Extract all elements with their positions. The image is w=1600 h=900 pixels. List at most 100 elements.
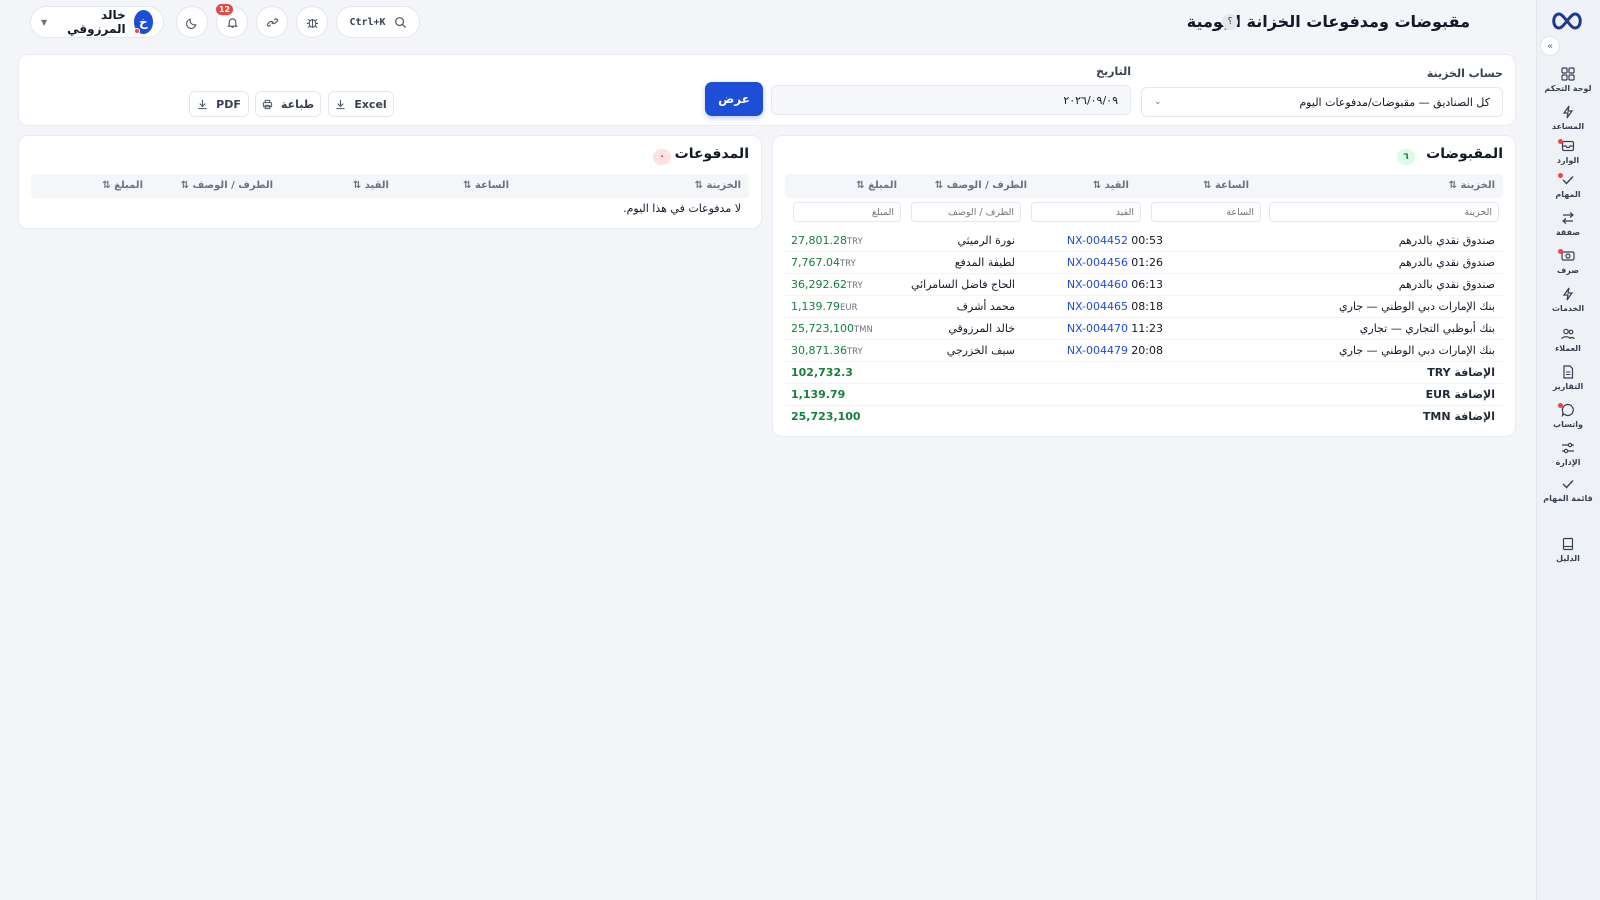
column-header-party[interactable]: الطرف / الوصف ⇅ — [181, 180, 273, 191]
column-header-amount[interactable]: المبلغ ⇅ — [102, 180, 143, 191]
amount-value: 25,723,100 — [791, 322, 854, 335]
total-amount: 102,732.3 — [791, 366, 853, 379]
download-icon — [198, 99, 207, 109]
column-header-treasury[interactable]: الخزينة ⇅ — [695, 180, 741, 191]
cell-party: سيف الخزرجي — [946, 344, 1015, 357]
logo-icon — [1552, 12, 1582, 30]
print-button[interactable]: طباعة — [255, 91, 321, 117]
bug-report-button[interactable] — [296, 6, 328, 38]
unread-dot — [1558, 249, 1563, 254]
receipts-table-header: الخزينة ⇅ الساعة ⇅ القيد ⇅ الطرف / الوصف… — [785, 174, 1503, 198]
account-label: حساب الخزينة — [1426, 67, 1503, 80]
table-row[interactable]: بنك الإمارات دبي الوطني — جاري 20:08 NX-… — [785, 340, 1503, 362]
help-button[interactable]: ؟ — [1222, 14, 1238, 30]
cell-treasury: بنك الإمارات دبي الوطني — جاري — [1339, 300, 1495, 313]
column-header-ref[interactable]: القيد ⇅ — [353, 180, 389, 191]
users-icon — [1561, 328, 1575, 340]
sidebar-item-admin[interactable]: الإدارة — [1540, 436, 1596, 472]
table-row[interactable]: صندوق نقدي بالدرهم 06:13 NX-004460 الحاج… — [785, 274, 1503, 296]
cell-party: خالد المرزوقي — [948, 322, 1015, 335]
moon-icon — [185, 18, 196, 29]
total-amount: 1,139.79 — [791, 388, 846, 401]
sidebar-item-tasks[interactable]: المهام — [1540, 168, 1596, 204]
bell-icon — [226, 17, 238, 28]
amount-value: 1,139.79 — [791, 300, 840, 313]
total-row-try: الإضافة TRY 102,732.3 — [785, 362, 1503, 384]
unread-dot — [1558, 403, 1563, 408]
filter-time-input[interactable] — [1151, 202, 1261, 222]
date-input[interactable]: ٢٠٢٦/٠٩/٠٩ — [771, 85, 1131, 115]
sidebar-item-label: المهام — [1555, 190, 1581, 199]
user-menu[interactable]: خ خالد المرزوقي ▼ — [30, 6, 164, 38]
sidebar-item-label: صفقة — [1555, 228, 1581, 237]
column-header-time[interactable]: الساعة ⇅ — [1203, 180, 1249, 191]
sidebar-item-customers[interactable]: العملاء — [1540, 322, 1596, 358]
cell-ref-link[interactable]: NX-004465 — [1067, 300, 1128, 313]
cell-ref-link[interactable]: NX-004460 — [1067, 278, 1128, 291]
sidebar-item-dashboard[interactable]: لوحة التحكم — [1540, 62, 1596, 98]
filter-party-input[interactable] — [911, 202, 1021, 222]
cell-time: 01:26 — [1131, 256, 1163, 269]
cell-amount: 27,801.28TRY — [791, 234, 866, 247]
sidebar-item-guide[interactable]: الدليل — [1540, 532, 1596, 568]
chat-icon — [1561, 403, 1574, 417]
filter-treasury-input[interactable] — [1269, 202, 1499, 222]
sidebar-item-whatsapp[interactable]: واتساب — [1540, 398, 1596, 434]
amount-value: 30,871.36 — [791, 344, 847, 357]
currency-code: TRY — [846, 281, 863, 291]
cell-treasury: صندوق نقدي بالدرهم — [1398, 278, 1495, 291]
excel-label: Excel — [354, 97, 387, 111]
cell-treasury: صندوق نقدي بالدرهم — [1398, 256, 1495, 269]
filter-ref-input[interactable] — [1031, 202, 1141, 222]
notifications-button[interactable]: 12 — [215, 4, 248, 38]
table-row[interactable]: بنك أبوظبي التجاري — تجاري 11:23 NX-0044… — [785, 318, 1503, 340]
column-header-ref[interactable]: القيد ⇅ — [1093, 180, 1129, 191]
payments-title: المدفوعات — [674, 146, 749, 162]
dashboard-icon — [1561, 67, 1575, 81]
cell-treasury: بنك الإمارات دبي الوطني — جاري — [1339, 344, 1495, 357]
show-button[interactable]: عرض — [705, 82, 763, 116]
column-header-party[interactable]: الطرف / الوصف ⇅ — [935, 180, 1027, 191]
column-header-time[interactable]: الساعة ⇅ — [463, 180, 509, 191]
export-pdf-button[interactable]: PDF — [189, 91, 249, 117]
amount-value: 7,767.04 — [791, 256, 840, 269]
column-header-treasury[interactable]: الخزينة ⇅ — [1449, 180, 1495, 191]
sidebar-item-services[interactable]: الخدمات — [1540, 282, 1596, 318]
filter-amount-input[interactable] — [793, 202, 901, 222]
sidebar-item-inbox[interactable]: الوارد — [1540, 134, 1596, 170]
swap-icon — [1562, 212, 1574, 224]
sidebar-item-assistant[interactable]: المساعد — [1540, 100, 1596, 136]
sidebar-item-task-list[interactable]: قائمة المهام — [1540, 472, 1596, 508]
cell-ref-link[interactable]: NX-004479 — [1067, 344, 1128, 357]
table-row[interactable]: بنك الإمارات دبي الوطني — جاري 08:18 NX-… — [785, 296, 1503, 318]
date-label: التاريخ — [1096, 65, 1131, 78]
cell-ref-link[interactable]: NX-004470 — [1067, 322, 1128, 335]
link-button[interactable] — [256, 6, 288, 38]
check-icon — [1562, 480, 1574, 489]
sidebar-item-label: لوحة التحكم — [1544, 84, 1592, 93]
cell-ref-link[interactable]: NX-004456 — [1067, 256, 1128, 269]
cell-time: 20:08 — [1131, 344, 1163, 357]
total-label: الإضافة EUR — [1425, 388, 1495, 401]
column-header-amount[interactable]: المبلغ ⇅ — [856, 180, 897, 191]
search-button[interactable]: Ctrl+K — [336, 6, 420, 38]
avatar-initial: خ — [138, 15, 148, 29]
cell-treasury: بنك أبوظبي التجاري — تجاري — [1359, 322, 1495, 335]
printer-icon — [262, 99, 273, 109]
sidebar-item-exchange[interactable]: صرف — [1540, 244, 1596, 280]
collapse-sidebar-button[interactable]: » — [1540, 36, 1560, 56]
table-row[interactable]: صندوق نقدي بالدرهم 00:53 NX-004452 نورة … — [785, 230, 1503, 252]
sidebar-item-reports[interactable]: التقارير — [1540, 360, 1596, 396]
unread-dot — [1558, 173, 1563, 178]
payments-table-header: الخزينة ⇅ الساعة ⇅ القيد ⇅ الطرف / الوصف… — [31, 174, 749, 198]
filter-card: حساب الخزينة كل الصناديق — مقبوضات/مدفوع… — [18, 54, 1516, 126]
cell-time: 11:23 — [1131, 322, 1163, 335]
table-row[interactable]: صندوق نقدي بالدرهم 01:26 NX-004456 لطيفة… — [785, 252, 1503, 274]
receipts-title: المقبوضات — [1426, 146, 1503, 162]
cell-amount: 30,871.36TRY — [791, 344, 866, 357]
export-excel-button[interactable]: Excel — [328, 91, 394, 117]
theme-toggle-button[interactable] — [176, 6, 208, 38]
cell-ref-link[interactable]: NX-004452 — [1067, 234, 1128, 247]
account-select[interactable]: كل الصناديق — مقبوضات/مدفوعات اليوم ⌄ — [1141, 87, 1503, 117]
sidebar-item-deal[interactable]: صفقة — [1540, 206, 1596, 242]
